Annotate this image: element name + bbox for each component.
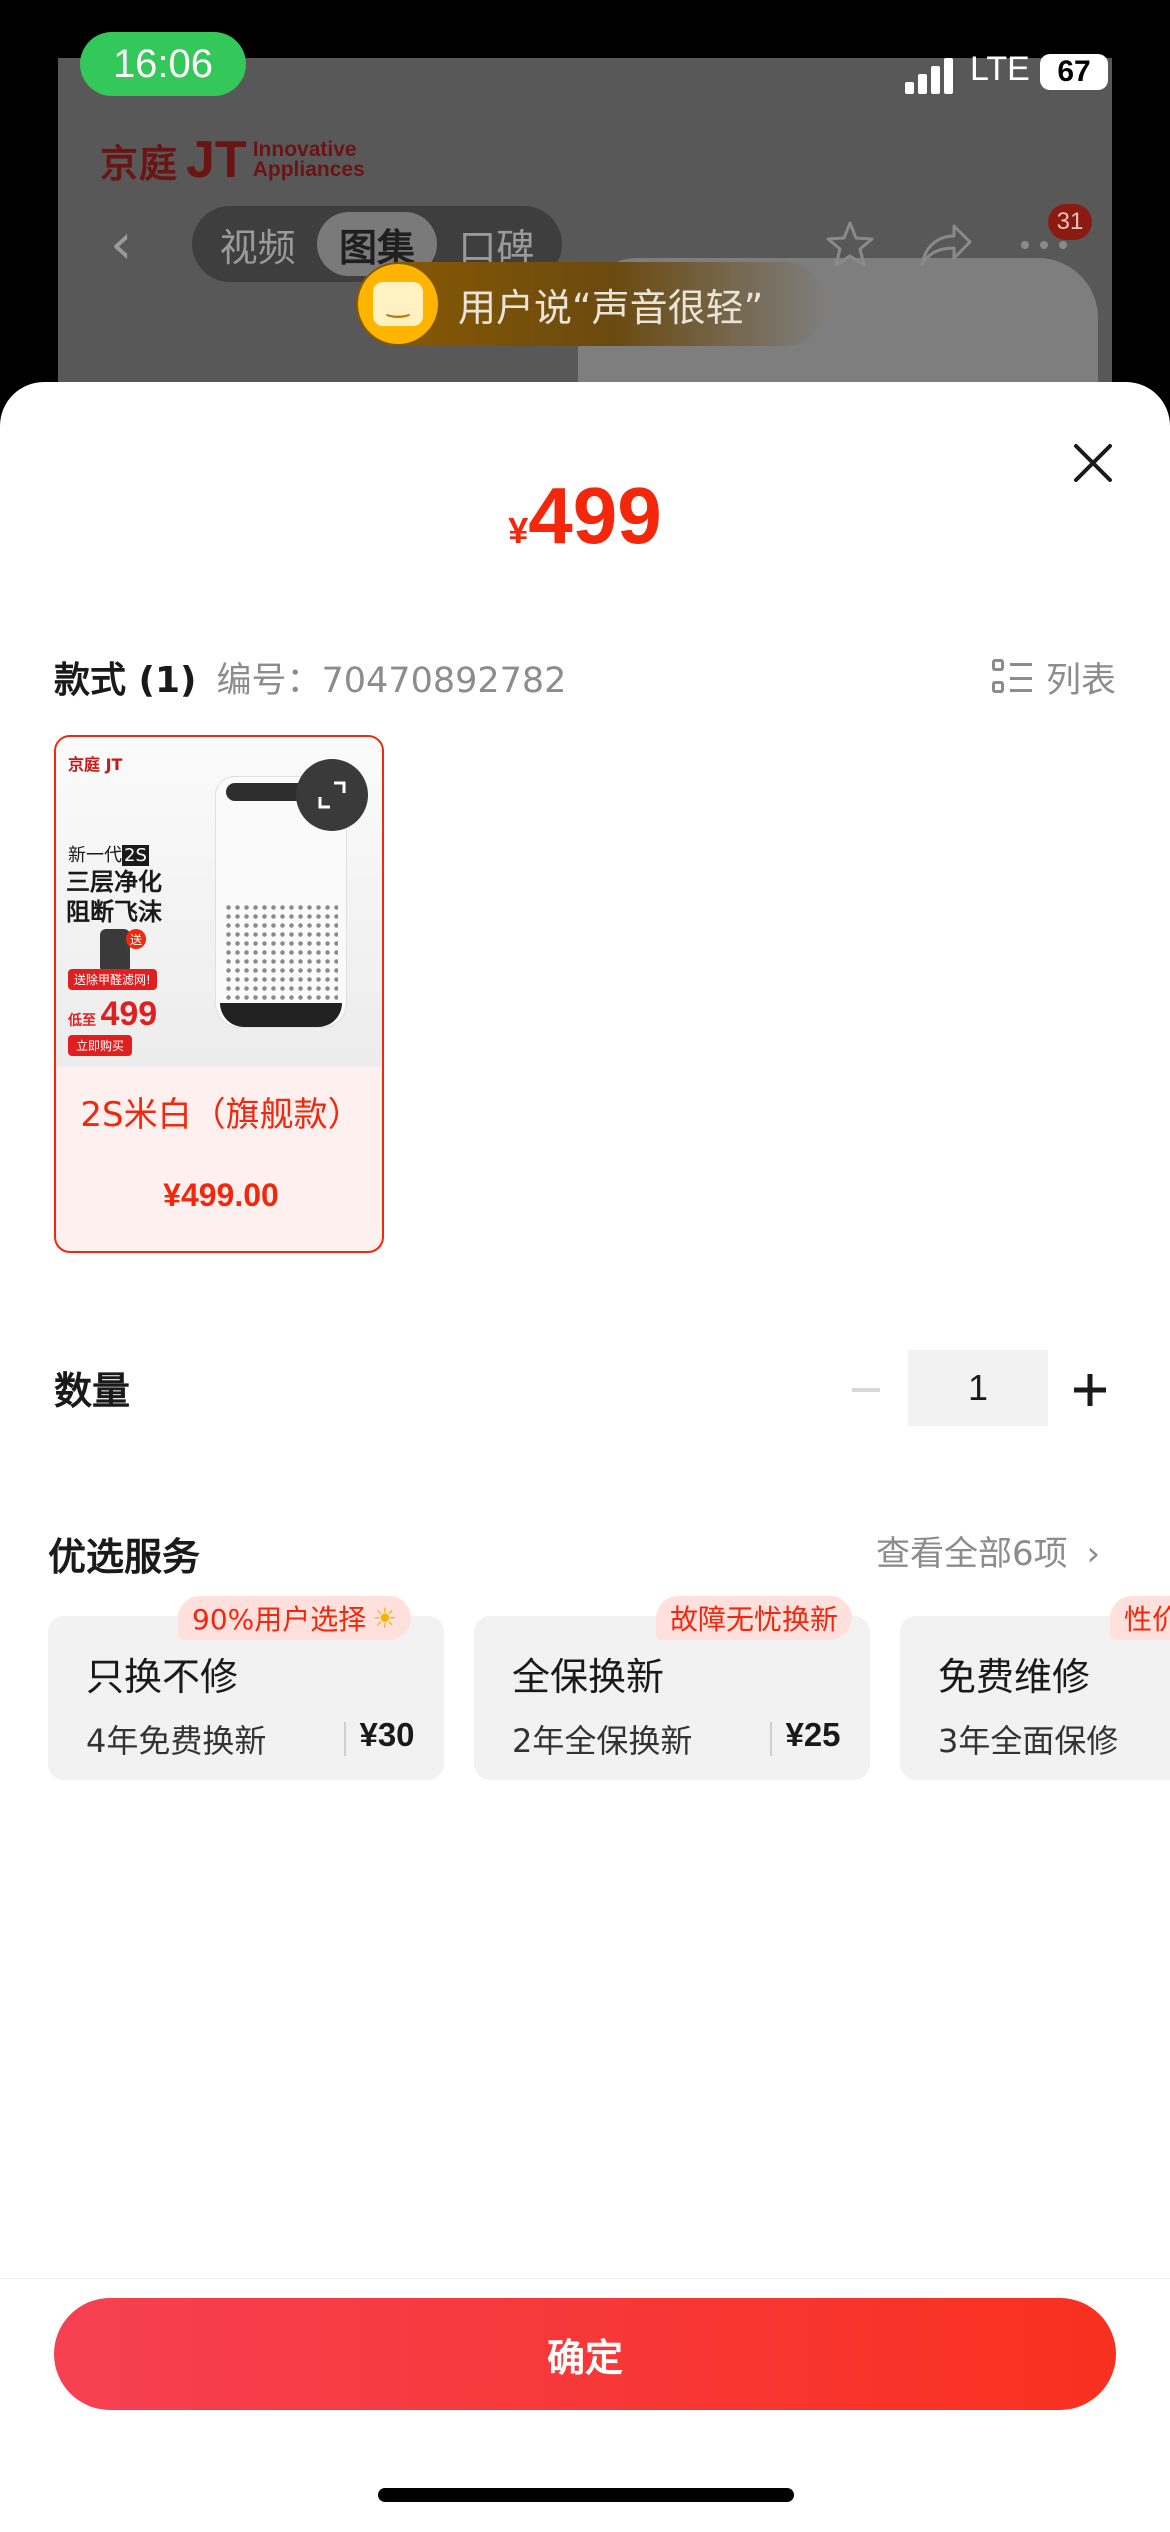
sku-selection-sheet (0, 382, 1170, 2532)
quantity-minus-button[interactable] (848, 1372, 884, 1408)
services-title: 优选服务 (48, 1535, 201, 1579)
review-hint-text: 用户说“声音很轻” (458, 285, 764, 330)
screen: 京庭 JT Innovative Appliances 16:06 LTE 67… (0, 0, 1170, 2532)
tab-video[interactable]: 视频 (198, 212, 317, 276)
service-tag: 90%用户选择 ☀ (178, 1596, 412, 1640)
review-hint-bubble[interactable]: ‿ 用户说“声音很轻” (356, 262, 826, 346)
style-label: 款式 (1) (54, 660, 197, 701)
chevron-right-icon: › (1086, 1534, 1101, 1574)
service-card[interactable]: 免费维修 3年全面保修 (900, 1616, 1170, 1780)
expand-image-icon[interactable] (296, 759, 368, 831)
home-indicator (378, 2488, 794, 2502)
service-tag: 故障无忧换新 (656, 1596, 853, 1640)
service-card[interactable]: 全保换新 2年全保换新 ¥25 (474, 1616, 870, 1780)
battery-icon: 67 (1040, 54, 1108, 90)
list-view-toggle[interactable]: 列表 (991, 652, 1116, 703)
favorite-star-icon[interactable] (818, 215, 882, 275)
variant-price: ¥499.00 (163, 1177, 279, 1213)
item-code: 编号：70470892782 (216, 660, 567, 701)
status-bar: 16:06 LTE 67 (0, 0, 1170, 120)
status-time: 16:06 (80, 32, 246, 96)
sheet-price: ¥499 (508, 471, 662, 560)
quantity-label: 数量 (54, 1369, 131, 1413)
list-icon (991, 657, 1032, 697)
brand-logo: 京庭 JT Innovative Appliances (100, 131, 365, 189)
variant-name: 2S米白（旗舰款） (80, 1095, 362, 1135)
smile-face-icon: ‿ (358, 264, 438, 344)
quantity-input[interactable]: 1 (908, 1350, 1048, 1426)
network-type: LTE (970, 50, 1030, 88)
style-header: 款式 (1) 编号：70470892782 列表 (54, 652, 1116, 702)
quantity-plus-button[interactable] (1070, 1370, 1110, 1410)
variant-card[interactable]: 京庭 JT 新一代 2S 三层净化 阻断飞沫 送 送除甲醛滤网! 低至 499 立… (54, 735, 384, 1253)
signal-icon (905, 54, 961, 94)
sun-icon: ☀ (372, 1601, 398, 1635)
variant-image: 京庭 JT 新一代 2S 三层净化 阻断飞沫 送 送除甲醛滤网! 低至 499 立… (56, 737, 382, 1067)
services-view-all[interactable]: 查看全部6项 › (876, 1526, 1100, 1575)
back-icon[interactable]: ‹ (110, 215, 150, 275)
service-tag: 性价 (1110, 1596, 1170, 1640)
share-icon[interactable] (914, 215, 978, 275)
confirm-button[interactable]: 确定 (54, 2298, 1116, 2410)
service-card[interactable]: 只换不修 4年免费换新 ¥30 (48, 1616, 444, 1780)
footer-divider (0, 2278, 1170, 2279)
message-count-badge: 31 (1048, 204, 1092, 240)
